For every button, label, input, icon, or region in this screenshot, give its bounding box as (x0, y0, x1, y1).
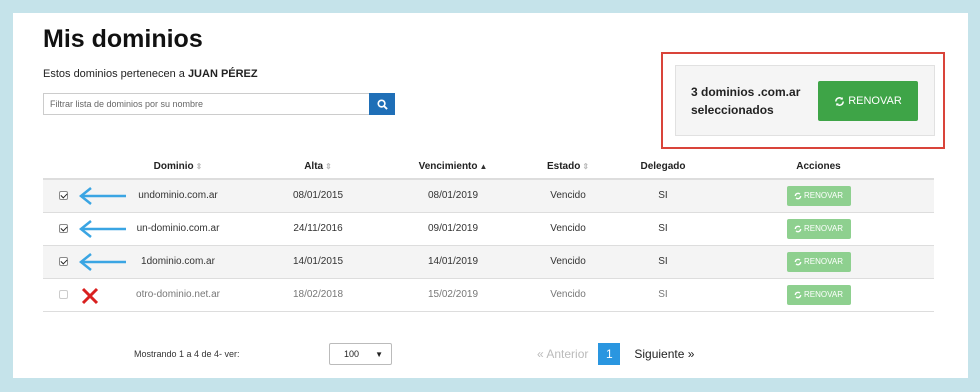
main-panel: Mis dominios Estos dominios pertenecen a… (13, 13, 968, 378)
column-header-acciones: Acciones (703, 155, 934, 180)
sort-asc-icon: ▲ (479, 162, 488, 171)
pagination-prev[interactable]: « Anterior (537, 347, 588, 361)
pagination: « Anterior 1 Siguiente » (537, 343, 694, 365)
row-checkbox[interactable] (59, 256, 68, 266)
pagination-page-1[interactable]: 1 (598, 343, 621, 365)
actions-cell: RENOVAR (703, 212, 934, 246)
actions-cell: RENOVAR (703, 179, 934, 213)
owner-prefix: Estos dominios pertenecen a (43, 68, 185, 80)
delegado-cell: SI (623, 245, 703, 279)
alta-cell: 08/01/2015 (243, 179, 393, 213)
vencimiento-cell: 08/01/2019 (393, 179, 513, 213)
select-cell (43, 278, 113, 312)
selection-box: 3 dominios .com.ar seleccionados RENOVAR (675, 65, 935, 136)
filter-input[interactable] (43, 93, 369, 115)
sort-icon: ⇕ (195, 162, 203, 171)
page-size-select[interactable]: 100 ▼ (329, 343, 392, 365)
estado-cell: Vencido (513, 179, 623, 213)
row-checkbox[interactable] (59, 223, 68, 233)
table-row: un-dominio.com.ar 24/11/2016 09/01/2019 … (43, 212, 934, 246)
refresh-icon (794, 225, 802, 232)
renew-row-button[interactable]: RENOVAR (786, 218, 851, 239)
owner-line: Estos dominios pertenecen a JUAN PÉREZ (43, 68, 258, 80)
pagination-next[interactable]: Siguiente » (634, 347, 694, 361)
cross-icon (81, 287, 99, 304)
domain-cell: un-dominio.com.ar (113, 212, 243, 246)
alta-cell: 18/02/2018 (243, 278, 393, 312)
search-button[interactable] (369, 93, 395, 115)
domain-cell: otro-dominio.net.ar (113, 278, 243, 312)
refresh-icon (794, 258, 802, 265)
domain-cell: undominio.com.ar (113, 179, 243, 213)
table-row: undominio.com.ar 08/01/2015 08/01/2019 V… (43, 179, 934, 213)
table-row: 1dominio.com.ar 14/01/2015 14/01/2019 Ve… (43, 245, 934, 279)
sort-icon: ⇕ (325, 162, 332, 171)
table-header-row: Dominio ⇕ Alta ⇕ Vencimiento ▲ Estado ⇕ Dele… (43, 155, 934, 180)
select-cell (43, 179, 126, 213)
column-header-estado[interactable]: Estado ⇕ (513, 155, 623, 180)
domains-table: Dominio ⇕ Alta ⇕ Vencimiento ▲ Estado ⇕ Dele… (43, 155, 934, 312)
sort-icon: ⇕ (582, 162, 590, 171)
actions-cell: RENOVAR (703, 245, 934, 279)
results-info: Mostrando 1 a 4 de 4- ver: (134, 349, 240, 359)
estado-cell: Vencido (513, 245, 623, 279)
column-header-dominio[interactable]: Dominio ⇕ (113, 155, 243, 180)
renew-selected-button[interactable]: RENOVAR (818, 81, 918, 121)
caret-down-icon: ▼ (375, 349, 383, 359)
renew-row-button[interactable]: RENOVAR (786, 284, 851, 305)
row-checkbox[interactable] (59, 191, 68, 201)
alta-cell: 24/11/2016 (243, 212, 393, 246)
search-icon (376, 98, 388, 110)
renew-row-button[interactable]: RENOVAR (786, 251, 851, 272)
delegado-cell: SI (623, 278, 703, 312)
select-column-header (43, 155, 113, 180)
actions-cell: RENOVAR (703, 278, 934, 312)
select-cell (43, 245, 126, 279)
select-cell (43, 212, 126, 246)
table-row: otro-dominio.net.ar 18/02/2018 15/02/201… (43, 278, 934, 312)
estado-cell: Vencido (513, 278, 623, 312)
vencimiento-cell: 15/02/2019 (393, 278, 513, 312)
vencimiento-cell: 14/01/2019 (393, 245, 513, 279)
delegado-cell: SI (623, 179, 703, 213)
column-header-alta[interactable]: Alta ⇕ (243, 155, 393, 180)
row-checkbox[interactable] (59, 289, 68, 299)
selection-callout: 3 dominios .com.ar seleccionados RENOVAR (661, 52, 945, 149)
refresh-icon (794, 291, 802, 298)
alta-cell: 14/01/2015 (243, 245, 393, 279)
delegado-cell: SI (623, 212, 703, 246)
arrow-left-icon (78, 252, 126, 271)
domain-cell: 1dominio.com.ar (113, 245, 243, 279)
refresh-icon (835, 96, 845, 106)
renew-row-button[interactable]: RENOVAR (786, 185, 851, 206)
arrow-left-icon (78, 187, 126, 205)
vencimiento-cell: 09/01/2019 (393, 212, 513, 246)
renew-selected-label: RENOVAR (848, 95, 902, 107)
column-header-delegado: Delegado (623, 155, 703, 180)
arrow-left-icon (78, 219, 126, 238)
page-size-value: 100 (344, 349, 360, 359)
estado-cell: Vencido (513, 212, 623, 246)
owner-name: JUAN PÉREZ (187, 68, 258, 80)
filter-bar (43, 93, 395, 115)
page-title: Mis dominios (43, 25, 203, 53)
selection-summary: 3 dominios .com.ar seleccionados (691, 85, 801, 117)
refresh-icon (794, 192, 802, 200)
column-header-vencimiento[interactable]: Vencimiento ▲ (393, 155, 513, 180)
